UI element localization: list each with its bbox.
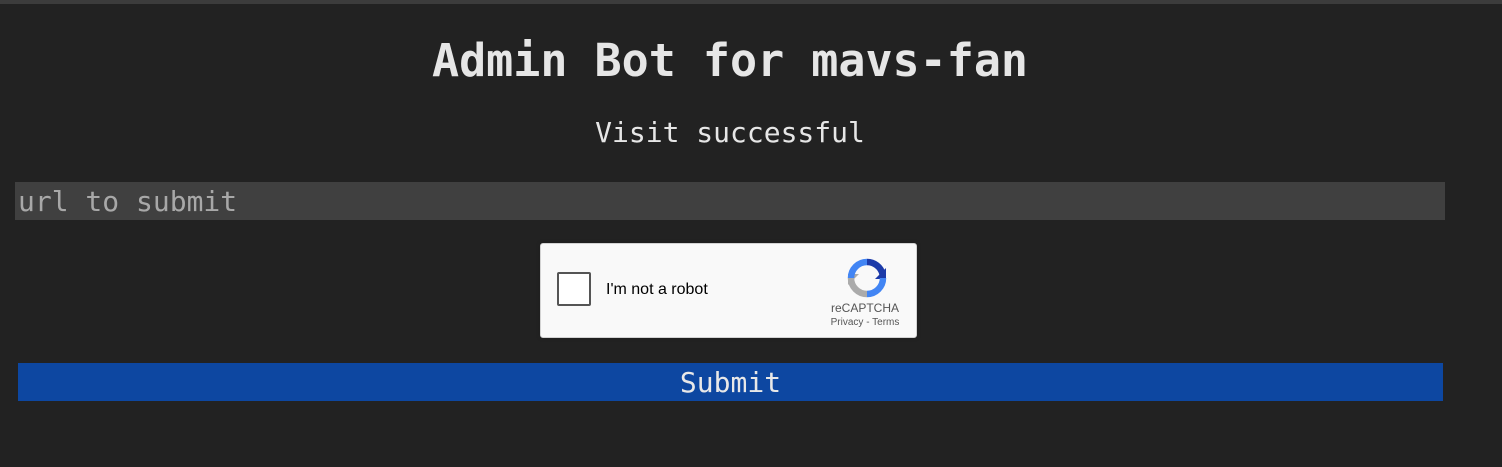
url-input[interactable] (15, 182, 1445, 220)
status-message: Visit successful (595, 116, 865, 149)
links-separator: - (866, 317, 870, 328)
recaptcha-widget: I'm not a robot reCAPTCHA Privacy - Term… (540, 243, 917, 338)
recaptcha-links: Privacy - Terms (815, 317, 915, 329)
recaptcha-logo-icon (847, 258, 887, 298)
page-title: Admin Bot for mavs-fan (431, 34, 1029, 87)
recaptcha-label: I'm not a robot (606, 281, 708, 298)
terms-link[interactable]: Terms (872, 317, 899, 328)
privacy-link[interactable]: Privacy (831, 317, 864, 328)
recaptcha-brand: reCAPTCHA (830, 301, 899, 315)
submit-button[interactable]: Submit (18, 363, 1443, 401)
recaptcha-checkbox[interactable] (557, 272, 591, 306)
window-top-border (0, 0, 1502, 4)
